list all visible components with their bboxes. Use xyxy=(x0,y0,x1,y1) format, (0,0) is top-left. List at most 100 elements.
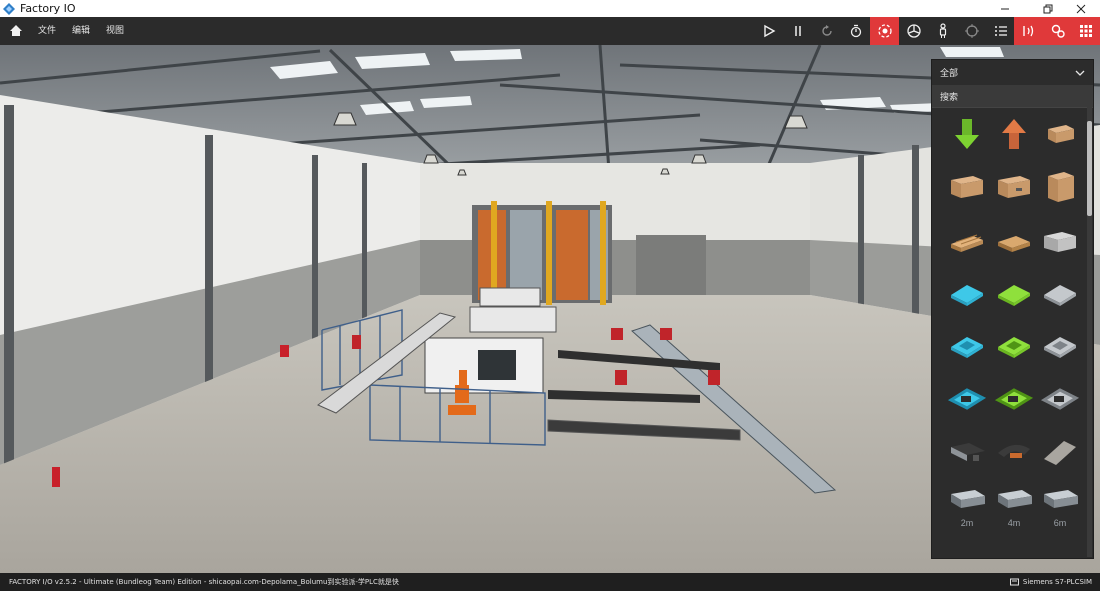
blue-product-lid-icon xyxy=(947,388,987,410)
menu-bar: 文件 编辑 视图 xyxy=(0,17,1100,45)
part-length-label: 2m xyxy=(960,518,974,528)
pause-button[interactable] xyxy=(783,17,812,45)
camera-orbit-icon xyxy=(877,24,892,38)
part-item[interactable] xyxy=(942,109,992,159)
parts-scrollbar[interactable] xyxy=(1087,107,1092,557)
menu-file[interactable]: 文件 xyxy=(38,17,56,45)
pallet-icon xyxy=(951,234,983,252)
part-item[interactable] xyxy=(989,533,1039,558)
camera-fly-icon xyxy=(906,24,921,38)
slide-icon xyxy=(1040,539,1080,558)
menu-edit[interactable]: 编辑 xyxy=(72,17,90,45)
minimize-button[interactable] xyxy=(990,0,1020,17)
close-button[interactable] xyxy=(1066,0,1096,17)
part-item[interactable] xyxy=(989,374,1039,424)
part-item[interactable] xyxy=(1035,109,1085,159)
selection-icon xyxy=(964,24,979,38)
roller-conveyor-6m-icon xyxy=(1044,490,1078,508)
part-item[interactable] xyxy=(942,216,992,266)
parts-grid: 2m 4m 6m xyxy=(932,109,1087,558)
stackable-box-icon xyxy=(1044,232,1076,252)
roller-door xyxy=(636,235,706,295)
timer-button[interactable] xyxy=(841,17,870,45)
title-bar: Factory IO xyxy=(0,0,1100,17)
part-item[interactable] xyxy=(942,533,992,558)
reset-button[interactable] xyxy=(812,17,841,45)
large-box-icon xyxy=(998,176,1030,198)
menu-view[interactable]: 视图 xyxy=(106,17,124,45)
green-product-lid-icon xyxy=(994,388,1034,410)
medium-box-icon xyxy=(951,176,983,198)
tall-box-icon xyxy=(1048,172,1074,202)
part-item[interactable]: 4m xyxy=(989,480,1039,530)
category-label: 全部 xyxy=(940,69,959,79)
scrollbar-thumb[interactable] xyxy=(1087,121,1092,216)
part-length-label: 6m xyxy=(1053,518,1067,528)
curved-belt-icon xyxy=(998,444,1030,458)
play-icon xyxy=(763,24,775,38)
tag-list-icon xyxy=(994,26,1007,36)
blue-raw-material-icon xyxy=(951,285,983,306)
part-item[interactable] xyxy=(1035,216,1085,266)
metal-product-base-icon xyxy=(1044,337,1076,358)
green-product-base-icon xyxy=(998,337,1030,358)
part-item[interactable] xyxy=(989,427,1039,477)
timer-icon xyxy=(850,24,861,38)
status-bar: FACTORY I/O v2.5.2 - Ultimate (Bundleog … xyxy=(0,573,1100,591)
part-item[interactable] xyxy=(1035,321,1085,371)
part-item[interactable] xyxy=(1035,533,1085,558)
part-item[interactable] xyxy=(989,162,1039,212)
remover-icon xyxy=(1002,119,1026,149)
metal-raw-material-icon xyxy=(1044,285,1076,306)
square-pallet-icon xyxy=(998,236,1030,252)
orbit-camera-button[interactable] xyxy=(870,17,899,45)
part-item[interactable]: 6m xyxy=(1035,480,1085,530)
restore-button[interactable] xyxy=(1033,0,1063,17)
play-button[interactable] xyxy=(754,17,783,45)
fire-extinguisher xyxy=(52,467,60,487)
tag-list-button[interactable] xyxy=(986,17,1015,45)
search-input[interactable]: 搜索 xyxy=(932,86,1093,108)
first-person-icon xyxy=(939,23,946,38)
home-icon xyxy=(9,25,22,36)
category-dropdown[interactable]: 全部 xyxy=(932,60,1093,86)
sensors-button[interactable] xyxy=(1014,17,1043,45)
part-item[interactable] xyxy=(989,321,1039,371)
part-item[interactable] xyxy=(942,374,992,424)
blue-product-base-icon xyxy=(951,337,983,358)
part-item[interactable]: 2m xyxy=(942,480,992,530)
part-item[interactable] xyxy=(1035,374,1085,424)
emitter-icon xyxy=(955,119,979,149)
palette-icon xyxy=(1079,25,1092,37)
part-item[interactable] xyxy=(942,321,992,371)
first-person-button[interactable] xyxy=(928,17,957,45)
part-item[interactable] xyxy=(989,109,1039,159)
driver-indicator[interactable]: Siemens S7-PLCSIM xyxy=(1009,573,1092,591)
drivers-icon xyxy=(1051,24,1065,38)
sensors-icon xyxy=(1022,25,1033,37)
part-item[interactable] xyxy=(1035,269,1085,319)
part-item[interactable] xyxy=(989,216,1039,266)
part-item[interactable] xyxy=(942,162,992,212)
factory-io-logo-icon xyxy=(3,2,15,15)
plc-driver-icon xyxy=(1009,578,1019,586)
alarm-box xyxy=(280,345,289,357)
metal-product-lid-icon xyxy=(1040,388,1080,410)
green-raw-material-icon xyxy=(998,285,1030,306)
small-box-icon xyxy=(1048,125,1074,143)
part-length-label: 4m xyxy=(1007,518,1021,528)
part-item[interactable] xyxy=(1035,162,1085,212)
part-item[interactable] xyxy=(1035,427,1085,477)
selection-button[interactable] xyxy=(957,17,986,45)
drivers-button[interactable] xyxy=(1043,17,1072,45)
palette-button[interactable] xyxy=(1071,17,1100,45)
fly-camera-button[interactable] xyxy=(899,17,928,45)
part-item[interactable] xyxy=(942,269,992,319)
home-button[interactable] xyxy=(1,17,30,45)
chevron-down-icon xyxy=(1075,70,1085,76)
part-item[interactable] xyxy=(989,269,1039,319)
reset-icon xyxy=(821,25,832,36)
search-label: 搜索 xyxy=(940,93,959,103)
part-item[interactable] xyxy=(942,427,992,477)
chain-transfer-icon xyxy=(994,539,1034,558)
